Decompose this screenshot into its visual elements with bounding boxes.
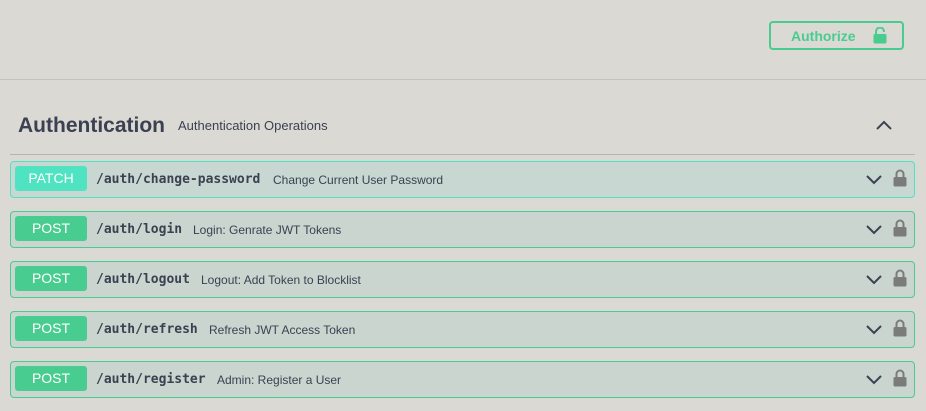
method-badge: POST (15, 216, 87, 241)
operation-path: /auth/logout (96, 272, 190, 287)
authorize-label: Authorize (791, 27, 856, 44)
operation-path: /auth/refresh (96, 322, 198, 337)
chevron-down-icon[interactable] (865, 322, 883, 338)
method-badge: PATCH (15, 166, 87, 191)
operation-row[interactable]: POST /auth/refresh Refresh JWT Access To… (10, 311, 915, 348)
operation-summary: Refresh JWT Access Token (209, 323, 356, 337)
operation-summary: Change Current User Password (273, 173, 444, 187)
chevron-up-icon[interactable] (874, 115, 894, 135)
chevron-down-icon[interactable] (865, 172, 883, 188)
operation-summary: Admin: Register a User (217, 373, 342, 387)
lock-icon[interactable] (893, 269, 907, 287)
operation-row[interactable]: POST /auth/login Login: Genrate JWT Toke… (10, 211, 915, 248)
lock-icon[interactable] (893, 369, 907, 387)
chevron-down-icon[interactable] (865, 222, 883, 238)
chevron-down-icon[interactable] (865, 372, 883, 388)
top-bar: Authorize (0, 0, 926, 80)
operation-row[interactable]: PATCH /auth/change-password Change Curre… (10, 161, 915, 198)
section-header[interactable]: Authentication Authentication Operations (10, 100, 915, 155)
lock-icon[interactable] (893, 169, 907, 187)
section-title: Authentication (18, 114, 165, 137)
unlocked-icon (873, 27, 887, 44)
lock-icon[interactable] (893, 319, 907, 337)
operation-path: /auth/change-password (96, 172, 261, 187)
operation-path: /auth/login (96, 222, 183, 237)
method-badge: POST (15, 266, 87, 291)
operation-summary: Logout: Add Token to Blocklist (201, 273, 361, 287)
operation-row[interactable]: POST /auth/register Admin: Register a Us… (10, 361, 915, 398)
operation-summary: Login: Genrate JWT Tokens (193, 223, 342, 237)
authorize-button[interactable]: Authorize (769, 21, 904, 50)
method-badge: POST (15, 366, 87, 391)
lock-icon[interactable] (893, 219, 907, 237)
section-description: Authentication Operations (178, 118, 328, 133)
chevron-down-icon[interactable] (865, 272, 883, 288)
operation-row[interactable]: POST /auth/logout Logout: Add Token to B… (10, 261, 915, 298)
operation-path: /auth/register (96, 372, 206, 387)
method-badge: POST (15, 316, 87, 341)
